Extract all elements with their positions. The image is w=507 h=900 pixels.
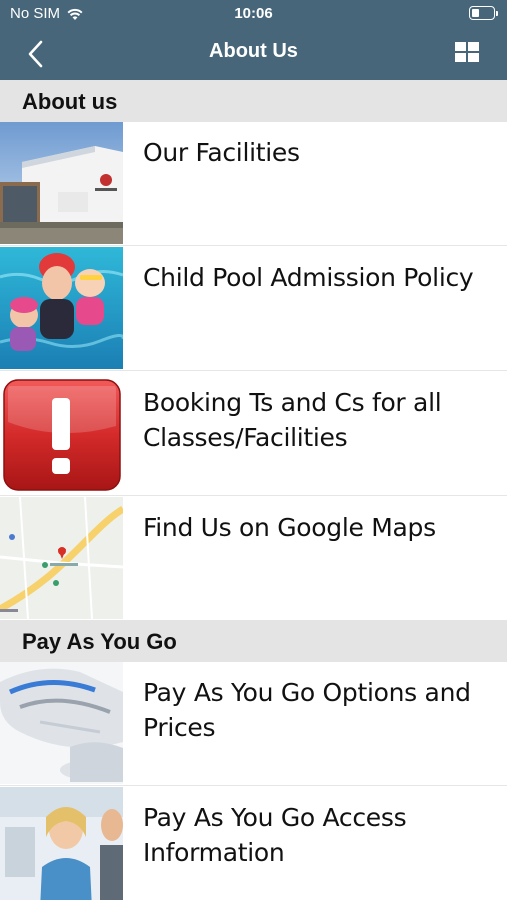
- navigation-bar: About Us: [0, 28, 507, 80]
- list-item-our-facilities[interactable]: Our Facilities: [0, 122, 507, 246]
- swimming-family-photo-thumbnail: [0, 247, 123, 369]
- status-bar: No SIM 10:06: [0, 0, 507, 28]
- list-item-payg-access[interactable]: Pay As You Go Access Information: [0, 787, 507, 900]
- list-item-label: Child Pool Admission Policy: [143, 263, 474, 292]
- list-item-label: Find Us on Google Maps: [143, 513, 436, 542]
- trainers-photo-thumbnail: [0, 662, 123, 784]
- section-title: About us: [22, 89, 118, 114]
- list-item-child-pool-admission[interactable]: Child Pool Admission Policy: [0, 247, 507, 371]
- list-item-label: Pay As You Go Options and Prices: [143, 678, 471, 742]
- list-item-label: Our Facilities: [143, 138, 300, 167]
- list-item-label: Booking Ts and Cs for all Classes/Facili…: [143, 388, 442, 452]
- clock: 10:06: [234, 5, 273, 22]
- section-header-about-us: About us: [0, 80, 507, 122]
- list-item-payg-options[interactable]: Pay As You Go Options and Prices: [0, 662, 507, 786]
- battery-icon: [469, 6, 498, 20]
- page-title: About Us: [209, 40, 298, 62]
- top-bar: No SIM 10:06 About Us: [0, 0, 507, 80]
- list-item-booking-terms[interactable]: Booking Ts and Cs for all Classes/Facili…: [0, 372, 507, 496]
- building-photo-thumbnail: [0, 122, 123, 244]
- battery-level: [472, 9, 479, 17]
- grid-menu-icon[interactable]: [455, 42, 479, 62]
- list-item-find-us-maps[interactable]: Find Us on Google Maps: [0, 497, 507, 621]
- map-thumbnail: [0, 497, 123, 619]
- warning-thumbnail: [0, 372, 123, 494]
- gym-people-photo-thumbnail: [0, 787, 123, 900]
- list-item-label: Pay As You Go Access Information: [143, 803, 407, 867]
- section-title: Pay As You Go: [22, 629, 177, 654]
- section-header-pay-as-you-go: Pay As You Go: [0, 620, 507, 662]
